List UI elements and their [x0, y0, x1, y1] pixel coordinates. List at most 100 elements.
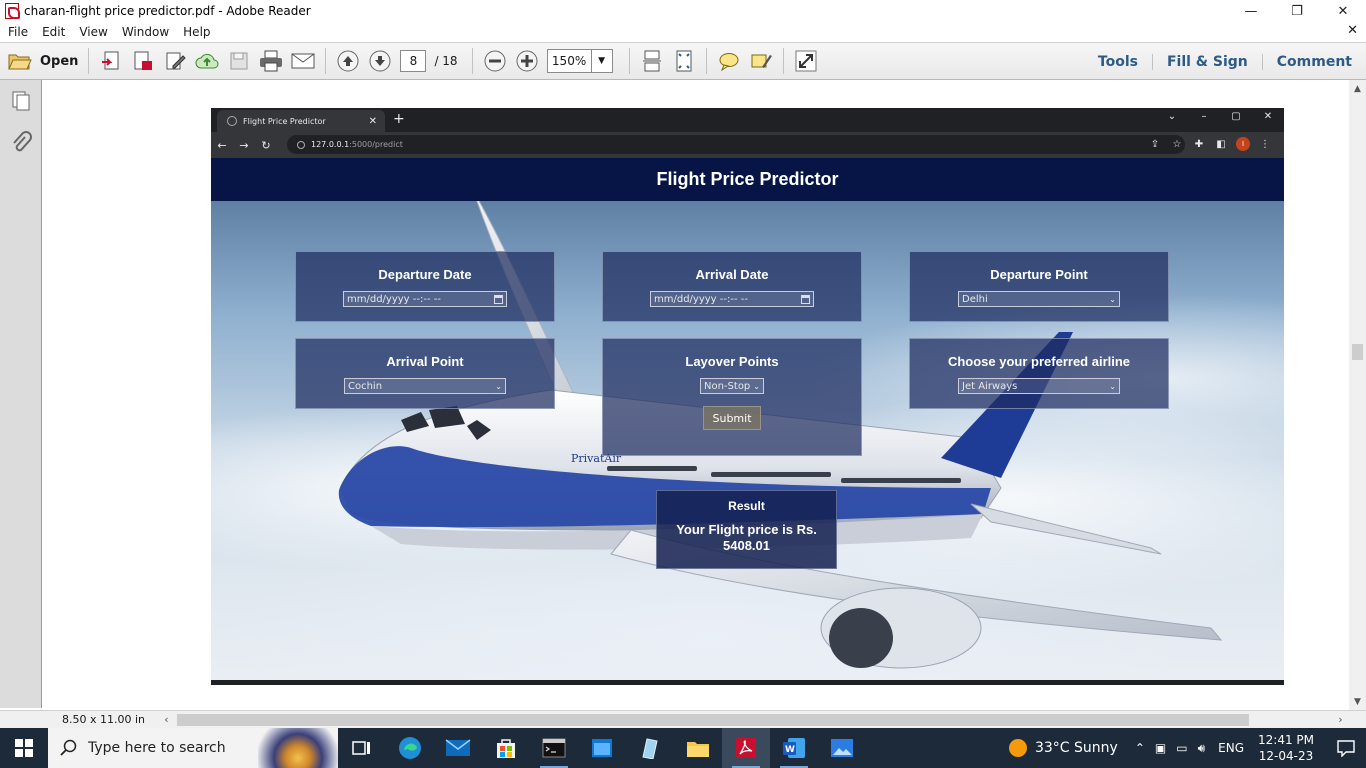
mail-icon	[445, 739, 471, 756]
highlight-text-button[interactable]	[747, 47, 775, 75]
airline-select[interactable]: Jet Airways ⌄	[958, 378, 1120, 394]
tab-search-icon[interactable]: ⌄	[1156, 111, 1188, 122]
menu-help[interactable]: Help	[183, 25, 210, 39]
terminal-app[interactable]	[530, 728, 578, 768]
open-button[interactable]: Open	[8, 51, 78, 71]
bookmark-star-icon[interactable]: ☆	[1166, 139, 1188, 150]
menu-edit[interactable]: Edit	[42, 25, 65, 39]
calendar-icon[interactable]	[801, 294, 810, 304]
zoom-out-button[interactable]	[481, 47, 509, 75]
folder-icon	[687, 742, 709, 757]
camera-icon[interactable]: ▣	[1155, 741, 1166, 755]
create-pdf-button[interactable]	[97, 47, 125, 75]
submit-button[interactable]: Submit	[703, 406, 761, 430]
clock[interactable]: 12:41 PM 12-04-23	[1258, 732, 1314, 764]
share-icon[interactable]: ⇪	[1144, 139, 1166, 150]
menu-view[interactable]: View	[79, 25, 107, 39]
export-pdf-button[interactable]	[129, 47, 157, 75]
close-button[interactable]: ✕	[1320, 0, 1366, 22]
reload-icon[interactable]: ↻	[255, 139, 277, 152]
arrival-point-select[interactable]: Cochin ⌄	[344, 378, 506, 394]
print-button[interactable]	[257, 47, 285, 75]
speaker-icon[interactable]: 🔊︎	[1198, 741, 1206, 756]
page-number-input[interactable]: 8	[400, 50, 427, 72]
taskbar-search[interactable]: Type here to search	[48, 728, 338, 768]
page-thumbnails-button[interactable]	[0, 80, 42, 122]
vertical-scrollbar[interactable]: ▲ ▼	[1349, 80, 1366, 710]
chevron-up-icon[interactable]: ⌃	[1135, 741, 1145, 755]
toolbar-pane-tabs: Tools Fill & Sign Comment	[1084, 43, 1366, 81]
comment-tab[interactable]: Comment	[1261, 54, 1366, 70]
restore-button[interactable]: ❐	[1274, 0, 1320, 22]
result-price: 5408.01	[723, 538, 770, 553]
vertical-scroll-thumb[interactable]	[1352, 344, 1363, 360]
task-view-button[interactable]	[338, 728, 386, 768]
tools-tab[interactable]: Tools	[1084, 54, 1152, 70]
battery-icon[interactable]: ▭	[1176, 741, 1187, 755]
horizontal-scroll-thumb[interactable]	[177, 713, 1249, 726]
scroll-left-icon[interactable]: ‹	[158, 713, 175, 726]
weather-widget[interactable]: 33°C Sunny	[1008, 739, 1118, 757]
email-button[interactable]	[289, 47, 317, 75]
edit-pdf-button[interactable]	[161, 47, 189, 75]
address-bar[interactable]: 127.0.0.1:5000/predict	[287, 135, 1185, 154]
chevron-down-icon: ⌄	[1109, 381, 1116, 391]
scroll-right-icon[interactable]: ›	[1332, 713, 1349, 726]
new-tab-button[interactable]: +	[393, 111, 405, 127]
extensions-puzzle-icon[interactable]: ✚	[1188, 139, 1210, 150]
minimize-button[interactable]: —	[1228, 0, 1274, 22]
next-page-button[interactable]	[366, 47, 394, 75]
document-view[interactable]: Flight Price Predictor ✕ + ⌄ – ▢ ✕ ← → ↻…	[43, 80, 1349, 710]
notifications-button[interactable]	[1326, 739, 1366, 757]
upload-cloud-button[interactable]	[193, 47, 221, 75]
back-arrow-icon[interactable]: ←	[211, 139, 233, 152]
input-language[interactable]: ENG	[1218, 741, 1244, 755]
attachments-button[interactable]	[0, 122, 42, 164]
airline-value: Jet Airways	[962, 380, 1018, 392]
layover-points-select[interactable]: Non-Stop ⌄	[700, 378, 764, 394]
tablet-pen-icon	[642, 738, 658, 759]
browser-close-icon[interactable]: ✕	[1252, 111, 1284, 122]
zoom-select[interactable]: 150% ▼	[546, 49, 613, 73]
browser-menu-icon[interactable]: ⋮	[1254, 139, 1276, 150]
scrolling-mode-button[interactable]	[638, 47, 666, 75]
menu-file[interactable]: File	[8, 25, 28, 39]
start-button[interactable]	[0, 728, 48, 768]
horizontal-scrollbar[interactable]	[175, 711, 1332, 729]
calendar-icon[interactable]	[494, 294, 503, 304]
departure-point-select[interactable]: Delhi ⌄	[958, 291, 1120, 307]
file-explorer-app[interactable]	[674, 728, 722, 768]
close-document-button[interactable]: ✕	[1347, 23, 1358, 38]
expand-button[interactable]	[792, 47, 820, 75]
arrival-date-input[interactable]: mm/dd/yyyy --:-- --	[650, 291, 814, 307]
fill-sign-tab[interactable]: Fill & Sign	[1151, 54, 1262, 70]
word-app[interactable]: W	[770, 728, 818, 768]
photos-app[interactable]	[818, 728, 866, 768]
app-title: Flight Price Predictor	[656, 169, 839, 189]
zoom-in-button[interactable]	[513, 47, 541, 75]
previous-page-button[interactable]	[334, 47, 362, 75]
site-info-icon[interactable]	[297, 140, 305, 149]
store-app[interactable]	[482, 728, 530, 768]
save-button[interactable]	[225, 47, 253, 75]
scroll-down-icon[interactable]: ▼	[1349, 693, 1366, 710]
chevron-down-icon[interactable]: ▼	[592, 50, 612, 72]
adobe-acrobat-icon	[736, 738, 756, 758]
side-panel-icon[interactable]: ◧	[1210, 139, 1232, 150]
app-window-button[interactable]	[578, 728, 626, 768]
browser-minimize-icon[interactable]: –	[1188, 111, 1220, 122]
add-comment-button[interactable]	[715, 47, 743, 75]
departure-date-input[interactable]: mm/dd/yyyy --:-- --	[343, 291, 507, 307]
browser-maximize-icon[interactable]: ▢	[1220, 111, 1252, 122]
mail-app[interactable]	[434, 728, 482, 768]
browser-tab[interactable]: Flight Price Predictor ✕	[217, 110, 385, 132]
scroll-up-icon[interactable]: ▲	[1349, 80, 1366, 97]
close-tab-icon[interactable]: ✕	[369, 116, 377, 127]
menu-window[interactable]: Window	[122, 25, 169, 39]
adobe-reader-app[interactable]	[722, 728, 770, 768]
forward-arrow-icon[interactable]: →	[233, 139, 255, 152]
profile-avatar[interactable]: I	[1236, 137, 1250, 151]
edge-app[interactable]	[386, 728, 434, 768]
fit-page-button[interactable]	[670, 47, 698, 75]
pen-app[interactable]	[626, 728, 674, 768]
